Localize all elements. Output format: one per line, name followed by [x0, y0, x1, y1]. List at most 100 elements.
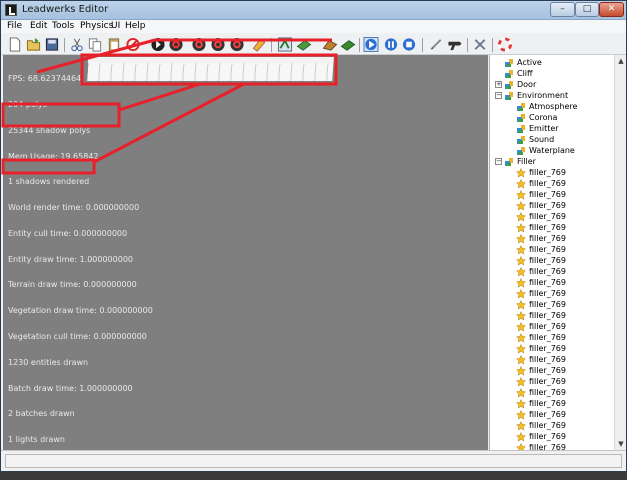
tree-item[interactable]: Sound	[516, 134, 554, 145]
tree-item[interactable]: Cliff	[504, 68, 533, 79]
tree-item[interactable]: filler_769	[516, 354, 566, 365]
toolbar-separator	[359, 38, 360, 52]
entity-icon	[505, 91, 513, 100]
cut-icon[interactable]	[69, 37, 85, 52]
select-tool-icon[interactable]	[150, 37, 166, 52]
tree-item[interactable]: filler_769	[516, 277, 566, 288]
tree-item[interactable]: filler_769	[516, 442, 566, 450]
tree-item[interactable]: Filler	[504, 156, 536, 167]
menu-ui[interactable]: UI	[111, 21, 120, 31]
menu-help[interactable]: Help	[125, 21, 146, 31]
tree-item[interactable]: Waterplane	[516, 145, 575, 156]
tree-item-label: filler_769	[529, 212, 566, 221]
tree-item-label: filler_769	[529, 399, 566, 408]
scene-tree[interactable]: Active Cliff + Door − Environment Atmosphere Co…	[489, 55, 626, 450]
tree-item[interactable]: filler_769	[516, 178, 566, 189]
tree-expander[interactable]: −	[495, 92, 502, 99]
maximize-button[interactable]: □	[575, 2, 599, 17]
stat-shadow-polys: 25344 shadow polys	[8, 125, 91, 135]
tree-item[interactable]: Emitter	[516, 123, 559, 134]
tree-item[interactable]: Environment	[504, 90, 568, 101]
tree-item[interactable]: filler_769	[516, 288, 566, 299]
move-tool-icon[interactable]	[168, 37, 184, 52]
menu-tools[interactable]: Tools	[52, 21, 74, 31]
vegetation-icon[interactable]	[322, 37, 338, 52]
tree-item-label: filler_769	[529, 443, 566, 450]
tree-item[interactable]: filler_769	[516, 222, 566, 233]
tree-item[interactable]: filler_769	[516, 211, 566, 222]
tree-item-label: filler_769	[529, 201, 566, 210]
entity-icon	[517, 135, 525, 144]
tree-item[interactable]: filler_769	[516, 321, 566, 332]
scroll-down-icon[interactable]: ▼	[616, 439, 626, 449]
pause-icon[interactable]	[383, 37, 399, 52]
tree-item-label: filler_769	[529, 234, 566, 243]
paint-icon[interactable]	[251, 37, 267, 52]
play-icon[interactable]	[363, 37, 379, 52]
tree-item[interactable]: Door	[504, 79, 536, 90]
road-icon[interactable]	[296, 37, 312, 52]
tree-item[interactable]: filler_769	[516, 398, 566, 409]
status-field	[5, 454, 622, 468]
toolbar-separator	[271, 38, 272, 52]
tree-item-label: filler_769	[529, 190, 566, 199]
menu-edit[interactable]: Edit	[30, 21, 47, 31]
tree-item[interactable]: filler_769	[516, 233, 566, 244]
menu-physics[interactable]: Physics	[80, 21, 113, 31]
tree-scrollbar[interactable]: ▲ ▼	[614, 55, 626, 450]
spline-icon[interactable]	[277, 37, 293, 52]
tree-item[interactable]: filler_769	[516, 409, 566, 420]
star-icon	[516, 189, 526, 199]
scroll-up-icon[interactable]: ▲	[616, 56, 626, 66]
rotate-icon[interactable]	[191, 37, 207, 52]
minimize-button[interactable]: –	[550, 2, 575, 17]
tree-expander[interactable]: +	[495, 81, 502, 88]
tree-item[interactable]: filler_769	[516, 189, 566, 200]
tree-item[interactable]: filler_769	[516, 343, 566, 354]
tree-item[interactable]: filler_769	[516, 299, 566, 310]
tree-item[interactable]: filler_769	[516, 244, 566, 255]
tree-item[interactable]: filler_769	[516, 431, 566, 442]
tree-item[interactable]: filler_769	[516, 365, 566, 376]
star-icon	[516, 244, 526, 254]
terrain-icon[interactable]	[229, 37, 245, 52]
scale-icon[interactable]	[210, 37, 226, 52]
tree-item[interactable]: Atmosphere	[516, 101, 577, 112]
star-icon	[516, 321, 526, 331]
gun-icon[interactable]	[447, 37, 463, 52]
stat-batch-draw-time: Batch draw time: 1.000000000	[8, 383, 133, 393]
3d-viewport[interactable]: FPS: 68.62374464 204 polys 25344 shadow …	[3, 55, 488, 450]
stat-shadows-rendered: 1 shadows rendered	[8, 177, 90, 187]
tree-item[interactable]: filler_769	[516, 376, 566, 387]
star-icon	[516, 167, 526, 177]
foliage-icon[interactable]	[340, 37, 356, 52]
copy-icon[interactable]	[87, 37, 103, 52]
title-bar[interactable]: Leadwerks Editor – □ ✕	[1, 1, 626, 20]
script-icon[interactable]	[428, 37, 444, 52]
help-ring-icon[interactable]	[497, 37, 513, 52]
tree-item[interactable]: filler_769	[516, 310, 566, 321]
tree-item[interactable]: filler_769	[516, 200, 566, 211]
tree-item[interactable]: filler_769	[516, 266, 566, 277]
stat-vegetation-cull-time: Vegetation cull time: 0.000000000	[8, 332, 147, 341]
tree-item[interactable]: filler_769	[516, 167, 566, 178]
tree-expander[interactable]: −	[495, 158, 502, 165]
new-file-icon[interactable]	[7, 37, 23, 52]
entity-icon	[505, 58, 513, 67]
tree-item[interactable]: filler_769	[516, 387, 566, 398]
paste-icon[interactable]	[106, 37, 122, 52]
stop-icon[interactable]	[401, 37, 417, 52]
open-file-icon[interactable]	[26, 37, 42, 52]
tree-item[interactable]: filler_769	[516, 420, 566, 431]
tree-item[interactable]: Active	[504, 57, 542, 68]
tree-item[interactable]: filler_769	[516, 255, 566, 266]
tools-icon[interactable]	[472, 37, 488, 52]
close-button[interactable]: ✕	[599, 2, 624, 17]
entity-icon	[517, 113, 525, 122]
tree-item-label: filler_769	[529, 311, 566, 320]
tree-item[interactable]: filler_769	[516, 332, 566, 343]
save-icon[interactable]	[44, 37, 60, 52]
tree-item[interactable]: Corona	[516, 112, 557, 123]
delete-icon[interactable]	[125, 37, 141, 52]
menu-file[interactable]: File	[7, 21, 22, 31]
